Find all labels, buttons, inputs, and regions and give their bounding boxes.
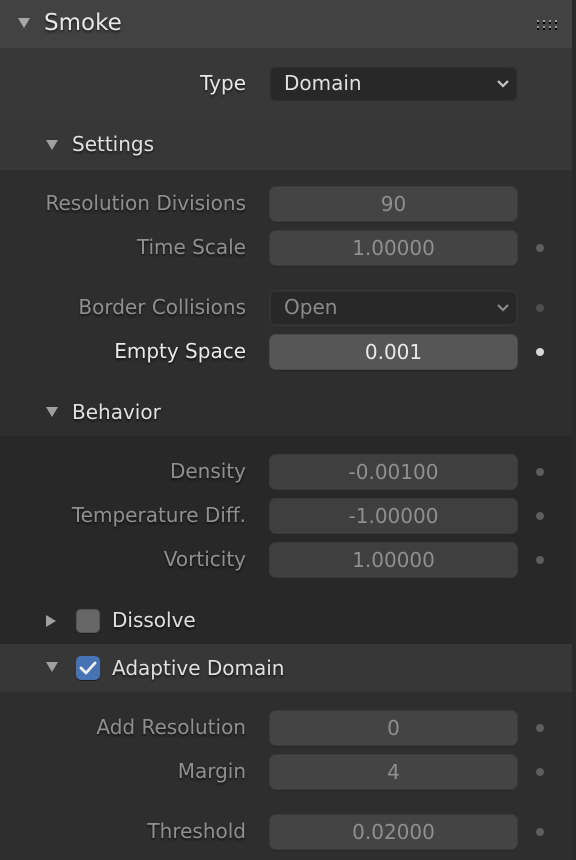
type-value: Domain <box>284 71 362 95</box>
collapse-triangle-icon <box>46 662 58 672</box>
border-collisions-value: Open <box>284 295 338 319</box>
resolution-divisions-row: Resolution Divisions 90 <box>0 186 572 222</box>
empty-space-field[interactable]: 0.001 <box>269 334 518 370</box>
adaptive-domain-title: Adaptive Domain <box>112 656 285 680</box>
border-collisions-label: Border Collisions <box>78 295 246 319</box>
settings-subpanel-header[interactable]: Settings <box>0 120 572 170</box>
border-collisions-row: Border Collisions Open <box>0 290 572 326</box>
density-label: Density <box>169 459 246 483</box>
dissolve-subpanel-header[interactable]: Dissolve <box>0 598 572 644</box>
add-resolution-field[interactable]: 0 <box>269 710 518 746</box>
behavior-title: Behavior <box>72 400 161 424</box>
empty-space-label: Empty Space <box>114 339 246 363</box>
keyframe-dot-icon[interactable] <box>536 828 544 836</box>
keyframe-dot-icon[interactable] <box>536 512 544 520</box>
checkmark-icon <box>79 661 97 675</box>
collapse-triangle-icon <box>18 18 30 28</box>
dissolve-checkbox[interactable] <box>76 609 100 633</box>
type-row: Type Domain <box>0 66 572 102</box>
keyframe-dot-icon[interactable] <box>536 244 544 252</box>
time-scale-label: Time Scale <box>136 235 246 259</box>
keyframe-dot-icon[interactable] <box>536 768 544 776</box>
margin-label: Margin <box>177 759 246 783</box>
type-label: Type <box>200 71 246 95</box>
threshold-label: Threshold <box>147 819 246 843</box>
type-dropdown[interactable]: Domain <box>269 66 518 102</box>
dissolve-title: Dissolve <box>112 608 196 632</box>
threshold-row: Threshold 0.02000 <box>0 814 572 850</box>
keyframe-dot-icon[interactable] <box>536 556 544 564</box>
time-scale-field[interactable]: 1.00000 <box>269 230 518 266</box>
threshold-field[interactable]: 0.02000 <box>269 814 518 850</box>
add-resolution-label: Add Resolution <box>96 715 246 739</box>
time-scale-row: Time Scale 1.00000 <box>0 230 572 266</box>
add-resolution-row: Add Resolution 0 <box>0 710 572 746</box>
resolution-divisions-label: Resolution Divisions <box>45 191 246 215</box>
vorticity-field[interactable]: 1.00000 <box>269 542 518 578</box>
empty-space-row: Empty Space 0.001 <box>0 334 572 370</box>
collapse-triangle-icon <box>46 407 58 417</box>
chevron-down-icon <box>497 80 509 88</box>
settings-title: Settings <box>72 132 155 156</box>
expand-triangle-icon <box>46 615 56 627</box>
margin-field[interactable]: 4 <box>269 754 518 790</box>
adaptive-domain-subpanel-header[interactable]: Adaptive Domain <box>0 644 572 692</box>
collapse-triangle-icon <box>46 140 58 150</box>
resolution-divisions-field[interactable]: 90 <box>269 186 518 222</box>
density-row: Density -0.00100 <box>0 454 572 490</box>
chevron-down-icon <box>497 304 509 312</box>
density-field[interactable]: -0.00100 <box>269 454 518 490</box>
adaptive-domain-checkbox[interactable] <box>76 656 100 680</box>
margin-row: Margin 4 <box>0 754 572 790</box>
smoke-panel-header[interactable]: Smoke <box>0 0 572 48</box>
behavior-subpanel-header[interactable]: Behavior <box>0 390 572 436</box>
keyframe-dot-icon[interactable] <box>536 468 544 476</box>
border-collisions-dropdown[interactable]: Open <box>269 290 518 326</box>
temperature-diff-row: Temperature Diff. -1.00000 <box>0 498 572 534</box>
keyframe-dot-icon[interactable] <box>536 304 544 312</box>
keyframe-dot-icon[interactable] <box>536 348 544 356</box>
vorticity-row: Vorticity 1.00000 <box>0 542 572 578</box>
keyframe-dot-icon[interactable] <box>536 724 544 732</box>
temperature-diff-field[interactable]: -1.00000 <box>269 498 518 534</box>
vorticity-label: Vorticity <box>163 547 246 571</box>
region-scroll-strip <box>572 0 576 860</box>
panel-title: Smoke <box>44 10 122 36</box>
drag-handle-icon[interactable] <box>537 20 559 30</box>
temperature-diff-label: Temperature Diff. <box>71 503 246 527</box>
